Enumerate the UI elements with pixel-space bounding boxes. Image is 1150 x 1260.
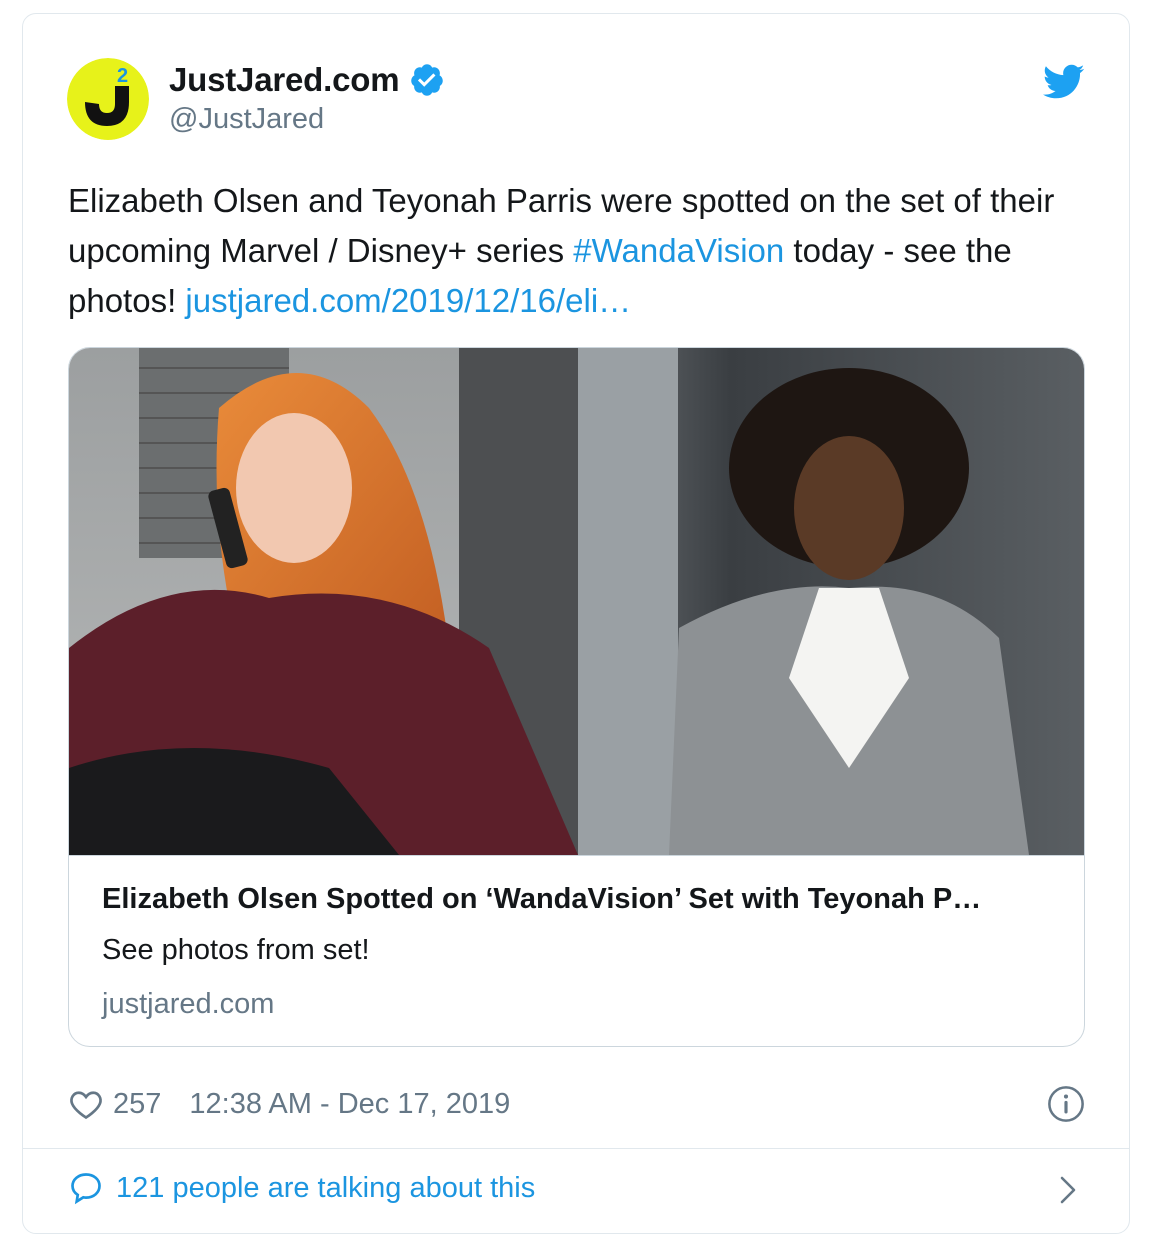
account-name[interactable]: JustJared.com [169, 61, 400, 99]
avatar-badge: 2 [117, 65, 128, 87]
tweet-meta: 257 12:38 AM - Dec 17, 2019 [68, 1082, 510, 1126]
speech-bubble-icon [68, 1170, 104, 1206]
like-count[interactable]: 257 [113, 1088, 161, 1121]
avatar[interactable]: 2 [67, 58, 149, 140]
card-domain: justjared.com [102, 988, 275, 1020]
account-handle[interactable]: @JustJared [169, 103, 445, 136]
card-description: See photos from set! [102, 934, 370, 966]
twitter-bird-icon[interactable] [1043, 64, 1085, 100]
article-link[interactable]: justjared.com/2019/12/16/eli… [185, 282, 631, 319]
info-icon[interactable] [1047, 1085, 1085, 1123]
hashtag-link[interactable]: #WandaVision [573, 232, 784, 269]
tweet-card: 2 JustJared.com @JustJared Elizabeth Ols… [22, 13, 1130, 1234]
heart-icon[interactable] [68, 1086, 104, 1122]
author-block: JustJared.com @JustJared [169, 60, 445, 136]
verified-badge-icon [409, 62, 445, 98]
link-card[interactable]: Elizabeth Olsen Spotted on ‘WandaVision’… [68, 347, 1085, 1047]
divider [23, 1148, 1129, 1149]
card-title[interactable]: Elizabeth Olsen Spotted on ‘WandaVision’… [102, 883, 1052, 916]
tweet-text: Elizabeth Olsen and Teyonah Parris were … [68, 176, 1078, 326]
talking-label: 121 people are talking about this [116, 1171, 536, 1204]
conversation-link[interactable]: 121 people are talking about this [68, 1170, 535, 1206]
chevron-right-icon[interactable] [1057, 1175, 1079, 1205]
card-image[interactable] [69, 348, 1084, 856]
timestamp[interactable]: 12:38 AM - Dec 17, 2019 [189, 1088, 510, 1121]
